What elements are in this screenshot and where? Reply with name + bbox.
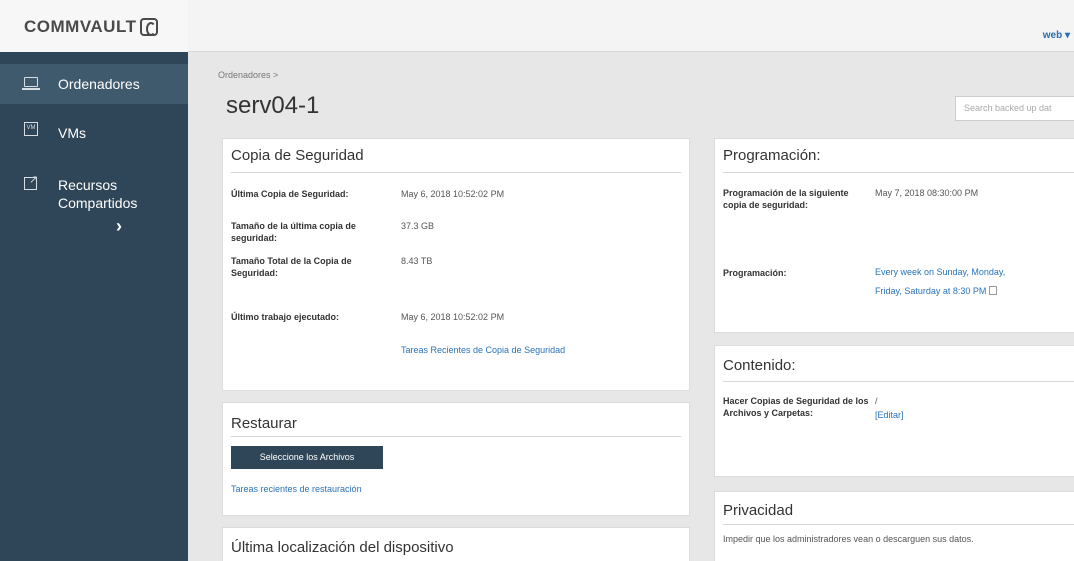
restore-card: Restaurar Seleccione los Archivos Tareas… — [222, 402, 690, 516]
sidebar-item-recursos-compartidos[interactable]: Recursos Compartidos — [0, 172, 188, 232]
privacy-text: Impedir que los administradores vean o d… — [723, 534, 974, 544]
card-title: Restaurar — [231, 415, 297, 432]
sidebar-item-label: Recursos Compartidos — [58, 177, 138, 211]
page-title: serv04-1 — [226, 92, 320, 119]
card-title: Privacidad — [723, 502, 794, 519]
card-title: Contenido: — [723, 357, 796, 374]
schedule-text-line1: Every week on Sunday, Monday, — [875, 267, 1006, 277]
select-files-button[interactable]: Seleccione los Archivos — [231, 446, 383, 469]
divider — [723, 172, 1074, 173]
schedule-card: Programación: Programación de la siguien… — [714, 138, 1074, 333]
field-label: Tamaño Total de la Copia de Seguridad: — [231, 256, 352, 278]
schedule-text-line2: Friday, Saturday at 8:30 PM — [875, 284, 1005, 298]
user-menu[interactable]: web ▾ — [1043, 30, 1070, 41]
card-title: Programación: — [723, 147, 821, 164]
commvault-logo-icon — [140, 18, 159, 36]
chevron-right-icon[interactable]: › — [116, 216, 122, 237]
document-icon — [989, 286, 998, 295]
field-label: Hacer Copias de Seguridad de los Archivo… — [723, 396, 869, 418]
sidebar-item-vms[interactable]: VM VMs — [0, 114, 188, 150]
field-label: Programación de la siguiente copia de se… — [723, 188, 849, 210]
field-value: May 7, 2018 08:30:00 PM — [875, 188, 979, 198]
field-value: May 6, 2018 10:52:02 PM — [401, 189, 505, 199]
sidebar-item-ordenadores[interactable]: Ordenadores — [0, 64, 188, 104]
breadcrumb[interactable]: Ordenadores > — [218, 70, 278, 80]
edit-content-link[interactable]: [Editar] — [875, 408, 904, 422]
recent-restore-jobs-link[interactable]: Tareas recientes de restauración — [231, 482, 362, 496]
field-value: / — [875, 396, 878, 406]
sidebar: Ordenadores VM VMs Recursos Compartidos … — [0, 52, 188, 561]
privacy-card: Privacidad Impedir que los administrador… — [714, 491, 1074, 561]
laptop-icon — [22, 77, 40, 90]
field-label: Última Copia de Seguridad: — [231, 189, 349, 199]
divider — [231, 436, 681, 437]
logo-text: COMMVAULT — [24, 17, 137, 36]
commvault-logo[interactable]: COMMVAULT — [24, 17, 159, 37]
divider — [723, 381, 1074, 382]
backup-card: Copia de Seguridad Última Copia de Segur… — [222, 138, 690, 391]
device-location-card: Última localización del dispositivo — [222, 527, 690, 561]
field-label: Último trabajo ejecutado: — [231, 312, 340, 322]
search-input[interactable]: Search backed up dat — [955, 96, 1074, 121]
recent-backup-jobs-link[interactable]: Tareas Recientes de Copia de Seguridad — [401, 343, 565, 357]
field-value: May 6, 2018 10:52:02 PM — [401, 312, 505, 322]
divider — [231, 172, 681, 173]
field-label: Tamaño de la última copia de seguridad: — [231, 221, 356, 243]
vm-icon: VM — [24, 122, 38, 136]
field-value: 37.3 GB — [401, 221, 435, 231]
sidebar-item-label: Ordenadores — [58, 76, 140, 92]
field-value: 8.43 TB — [401, 256, 433, 266]
share-icon — [24, 173, 38, 190]
content-card: Contenido: Hacer Copias de Seguridad de … — [714, 345, 1074, 477]
logo-area: COMMVAULT — [0, 0, 188, 52]
schedule-text-line2-text: Friday, Saturday at 8:30 PM — [875, 286, 987, 296]
top-bar: COMMVAULT web ▾ — [0, 0, 1074, 52]
schedule-link[interactable]: Every week on Sunday, Monday, Friday, Sa… — [875, 265, 1005, 298]
field-label: Programación: — [723, 268, 787, 278]
sidebar-item-label: VMs — [58, 125, 86, 141]
divider — [723, 524, 1074, 525]
card-title: Última localización del dispositivo — [231, 539, 454, 556]
card-title: Copia de Seguridad — [231, 147, 364, 164]
